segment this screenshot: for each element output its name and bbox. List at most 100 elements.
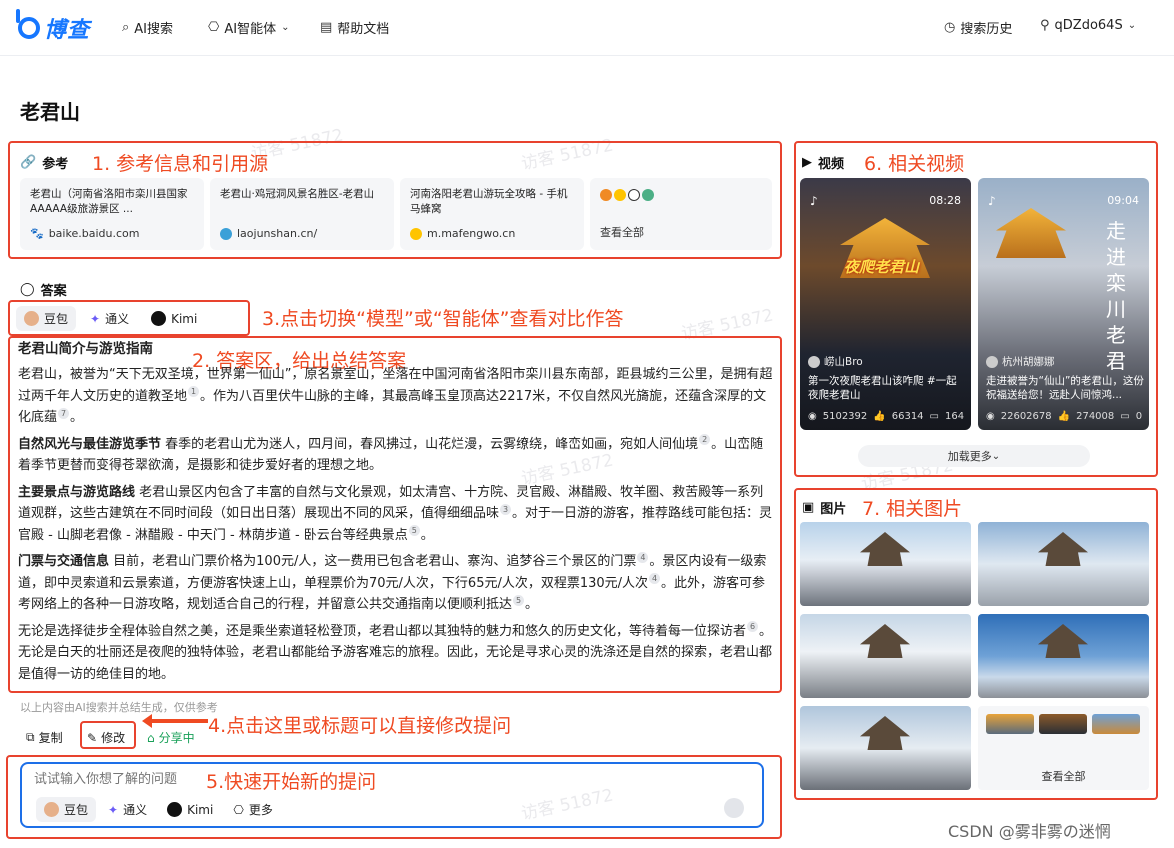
chevron-down-icon: ⌄ (991, 450, 1001, 462)
temple-illustration (996, 208, 1066, 258)
image-thumb[interactable] (800, 706, 971, 790)
site-icon (642, 189, 654, 201)
view-count-icon: ◉ (808, 411, 817, 422)
share-button[interactable]: ⌂ 分享中 (147, 729, 195, 746)
globe-icon (628, 189, 640, 201)
nav-ai-search[interactable]: ⌕ AI搜索 (122, 18, 173, 37)
answer-heading: ◯ 答案 (20, 282, 67, 299)
avatar (808, 355, 820, 368)
annotation-arrow-head (142, 714, 152, 728)
share-lock-icon: ⌂ (147, 730, 155, 745)
image-mini-thumb (986, 714, 1034, 734)
bot-icon: ⎔ (233, 802, 244, 817)
answer-paragraph: 自然风光与最佳游览季节 春季的老君山尤为迷人，四月间，春风拂过，山花烂漫，云雾缭… (18, 434, 764, 473)
temple-illustration (1038, 624, 1088, 658)
image-heading: ▣ 图片 (802, 500, 847, 517)
doubao-avatar-icon (44, 802, 59, 817)
search-history-button[interactable]: ◷ 搜索历史 (944, 18, 1012, 37)
doubao-avatar-icon (24, 311, 39, 326)
view-count-icon: ◉ (986, 411, 995, 422)
answer-title[interactable]: 老君山简介与游览指南 (18, 338, 774, 360)
doc-icon: ▤ (320, 20, 333, 35)
question-input[interactable] (34, 768, 204, 790)
edit-button[interactable]: ✎ 修改 (87, 729, 125, 746)
citation-badge[interactable]: 3 (500, 503, 512, 515)
image-thumb[interactable] (800, 522, 971, 606)
citation-badge[interactable]: 7 (58, 407, 70, 419)
page-title[interactable]: 老君山 (20, 96, 80, 125)
model-tab-doubao[interactable]: 豆包 (16, 306, 77, 331)
chat-bubble-icon: ◯ (20, 282, 35, 297)
site-icon (614, 189, 626, 201)
ref-card-2[interactable]: 老君山·鸡冠洞风景名胜区-老君山 laojunshan.cn/ (210, 178, 394, 250)
input-model-doubao[interactable]: 豆包 (36, 797, 97, 822)
link-icon: 🔗 (20, 155, 37, 170)
user-menu[interactable]: ⚲ qDZdo64S ⌄ (1040, 18, 1136, 33)
answer-paragraph: 门票与交通信息 目前，老君山门票价格为100元/人，这一费用已包含老君山、寨沟、… (18, 551, 767, 612)
annotation-6: 6. 相关视频 (864, 153, 965, 175)
temple-illustration (860, 532, 910, 566)
temple-illustration (860, 716, 910, 750)
citation-badge[interactable]: 4 (649, 573, 661, 585)
input-model-more[interactable]: ⎔ 更多 (225, 797, 281, 822)
answer-paragraph: 老君山，被誉为“天下无双圣境，世界第一仙山”，原名景室山，坐落在中国河南省洛阳市… (18, 367, 773, 425)
send-button[interactable] (724, 798, 744, 818)
answer-paragraph: 主要景点与游览路线 老君山景区内包含了丰富的自然与文化景观，如太清宫、十方院、灵… (18, 484, 773, 543)
annotation-4: 4.点击这里或标题可以直接修改提问 (208, 715, 512, 737)
like-icon: 👍 (1057, 411, 1071, 422)
copy-icon: ⧉ (26, 730, 35, 744)
answer-body: 老君山简介与游览指南 老君山，被誉为“天下无双圣境，世界第一仙山”，原名景室山，… (18, 338, 774, 690)
logo[interactable]: 博查 (16, 9, 90, 43)
ref-card-1[interactable]: 老君山（河南省洛阳市栾川县国家AAAAA级旅游景区 ... 🐾 baike.bai… (20, 178, 204, 250)
input-model-tongyi[interactable]: ✦ 通义 (100, 797, 155, 822)
images-view-all[interactable]: 查看全部 (978, 706, 1149, 790)
chevron-down-icon: ⌄ (281, 22, 290, 33)
search-icon: ⌕ (122, 20, 130, 35)
annotation-1: 1. 参考信息和引用源 (92, 153, 269, 175)
answer-paragraph: 无论是选择徒步全程体验自然之美，还是乘坐索道轻松登顶，老君山都以其独特的魅力和悠… (18, 621, 773, 682)
image-thumb[interactable] (978, 522, 1149, 606)
citation-badge[interactable]: 5 (408, 525, 420, 537)
ai-disclaimer: 以上内容由AI搜索并总结生成，仅供参考 (20, 701, 218, 714)
site-icon (600, 189, 612, 201)
ref-view-all[interactable]: 查看全部 (590, 178, 772, 250)
temple-illustration (860, 624, 910, 658)
citation-badge[interactable]: 4 (637, 551, 649, 563)
footer-watermark: CSDN @雾非雾の迷惘 (948, 822, 1111, 841)
model-switcher: 豆包 ✦ 通义 Kimi (16, 306, 205, 331)
image-mini-thumb (1092, 714, 1140, 734)
ref-card-3[interactable]: 河南洛阳老君山游玩全攻略 - 手机马蜂窝 m.mafengwo.cn (400, 178, 584, 250)
citation-badge[interactable]: 1 (188, 386, 200, 398)
logo-icon (16, 9, 40, 39)
mafengwo-icon (410, 227, 422, 240)
citation-badge[interactable]: 5 (513, 594, 525, 606)
model-tab-kimi[interactable]: Kimi (143, 307, 205, 330)
copy-button[interactable]: ⧉ 复制 (26, 729, 63, 746)
nav-help-docs[interactable]: ▤ 帮助文档 (320, 18, 389, 37)
image-thumb[interactable] (978, 614, 1149, 698)
nav-ai-agent[interactable]: ⎔ AI智能体 ⌄ (208, 18, 289, 37)
bot-icon: ⎔ (208, 20, 220, 35)
video-card-1[interactable]: ♪ 08:28 夜爬老君山 崂山Bro 第一次夜爬老君山该咋爬 #一起夜爬老君山… (800, 178, 971, 430)
avatar (986, 355, 998, 368)
edit-icon: ✎ (87, 730, 98, 745)
annotation-arrow-line (150, 719, 208, 723)
load-more-videos-button[interactable]: 加载更多 ⌄ (858, 445, 1090, 467)
temple-illustration (1038, 532, 1088, 566)
image-icon: ▣ (802, 500, 815, 515)
image-thumb[interactable] (800, 614, 971, 698)
video-heading: ▶ 视频 (802, 155, 845, 172)
top-nav: 博查 ⌕ AI搜索 ⎔ AI智能体 ⌄ ▤ 帮助文档 ◷ 搜索历史 ⚲ qDZdo64S ⌄ (0, 0, 1174, 56)
tongyi-icon: ✦ (90, 311, 101, 326)
tongyi-icon: ✦ (108, 802, 119, 817)
input-model-kimi[interactable]: Kimi (159, 798, 221, 821)
chevron-down-icon: ⌄ (1127, 20, 1137, 31)
video-play-icon: ▶ (802, 155, 812, 170)
comment-icon: ▭ (1120, 411, 1130, 422)
comment-icon: ▭ (929, 411, 939, 422)
citation-badge[interactable]: 6 (747, 621, 759, 633)
user-icon: ⚲ (1040, 18, 1050, 33)
citation-badge[interactable]: 2 (699, 434, 711, 446)
model-tab-tongyi[interactable]: ✦ 通义 (82, 306, 137, 331)
video-card-2[interactable]: ♪ 09:04 走进栾川老君 杭州胡娜娜 走进被誉为“仙山”的老君山，这份祝福送… (978, 178, 1149, 430)
